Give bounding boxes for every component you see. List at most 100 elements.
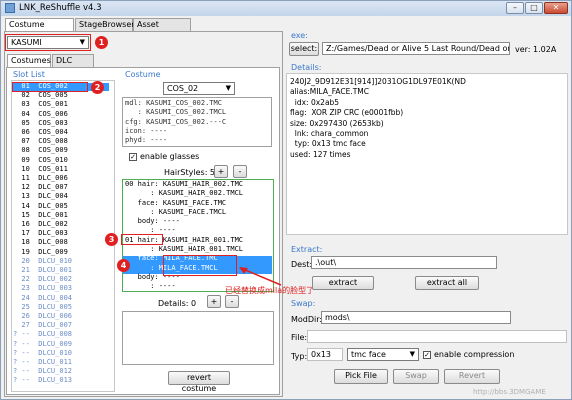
chevron-down-icon: ▼ <box>409 350 415 358</box>
costume-value: COS_02 <box>167 84 199 93</box>
pick-file-button[interactable]: Pick File <box>334 369 388 384</box>
slot-row[interactable]: ? -- DLCU_008 <box>13 331 109 339</box>
tab-stage-browser[interactable]: StageBrowser <box>75 18 135 31</box>
model-file-line: phyd: ---- <box>125 136 168 145</box>
annotation-badge-2: 2 <box>91 81 104 94</box>
hairstyle-line: : KASUMI_FACE.TMCL <box>125 207 227 216</box>
hairstyle-remove-button[interactable]: - <box>233 165 247 178</box>
details-line: idx: 0x2ab5 <box>290 97 340 107</box>
details-line: 240J2_9D912E31[914]]2031OG1DL97E01K(ND <box>290 77 466 86</box>
slot-row[interactable]: 16 DLC_002 <box>13 220 109 229</box>
details-line: typ: 0x13 tmc face <box>290 139 366 149</box>
exe-header: exe: <box>291 31 308 40</box>
tab-dlc-slots[interactable]: DLC slots <box>52 54 94 76</box>
exe-path-field[interactable]: Z:/Games/Dead or Alive 5 Last Round/Dead… <box>322 42 510 55</box>
model-file-line: cfg: KASUMI_COS_002.---C <box>125 117 227 126</box>
swap-button[interactable]: Swap <box>393 369 439 384</box>
model-file-line: icon: ---- <box>125 126 168 135</box>
typ-label: Typ: <box>291 352 308 361</box>
details-remove-button[interactable]: - <box>225 295 239 308</box>
enable-compression-checkbox[interactable]: ✓ <box>423 351 431 359</box>
details-line: size: 0x297430 (2653kb) <box>290 118 384 128</box>
annotation-box-1 <box>5 34 91 51</box>
details-add-button[interactable]: + <box>207 295 221 308</box>
maximize-button[interactable]: □ <box>525 2 543 14</box>
slot-row[interactable]: 13 DLC_004 <box>13 193 109 201</box>
dest-label: Dest: <box>291 260 313 269</box>
exe-select-button[interactable]: select: <box>289 42 319 56</box>
slot-row[interactable]: ? -- DLCU_011 <box>13 358 109 367</box>
slot-row[interactable]: ? -- DLCU_012 <box>13 367 109 376</box>
app-icon <box>5 3 15 13</box>
slot-row[interactable]: 23 DLCU_003 <box>13 285 109 293</box>
tab-costumes[interactable]: Costumes <box>7 54 51 68</box>
details-line: lnk: chara_common <box>290 129 369 139</box>
slot-row[interactable]: 19 DLC_009 <box>13 248 109 257</box>
slot-row[interactable]: 03 COS_001 <box>13 101 109 109</box>
revert-costume-button[interactable]: revert costume <box>168 371 230 393</box>
slot-row[interactable]: 26 DLCU_006 <box>13 312 109 321</box>
slot-row[interactable]: 11 DLC_006 <box>13 174 109 183</box>
details-line: flag: XOR ZIP CRC (e0001fbb) <box>290 108 404 118</box>
extract-all-button[interactable]: extract all <box>415 276 479 290</box>
moddir-field[interactable]: mods\ <box>321 311 511 324</box>
slot-row[interactable]: 06 COS_004 <box>13 128 109 137</box>
exe-version: ver: 1.02A <box>515 45 557 54</box>
costume-select[interactable]: COS_02 ▼ <box>163 82 235 95</box>
annotation-box-3 <box>121 234 163 245</box>
slot-row[interactable]: ? -- DLCU_009 <box>13 340 109 349</box>
slot-row[interactable]: ? -- DLCU_013 <box>13 377 109 385</box>
file-field[interactable] <box>307 330 567 343</box>
hairstyles-label: HairStyles: 5 <box>164 168 216 177</box>
slot-row[interactable]: 18 DLC_008 <box>13 239 109 247</box>
typ-field[interactable]: 0x13 <box>307 348 343 361</box>
slot-row[interactable]: 24 DLCU_004 <box>13 294 109 303</box>
extract-button[interactable]: extract <box>312 276 374 290</box>
annotation-box-4 <box>163 255 237 276</box>
hairstyle-line: face: KASUMI_FACE.TMC <box>125 198 227 207</box>
slot-row[interactable]: 21 DLCU_001 <box>13 266 109 275</box>
moddir-label: ModDir: <box>291 315 323 324</box>
hairstyle-line: 00 hair: KASUMI_HAIR_002.TMC <box>125 180 244 188</box>
slot-row[interactable]: 10 COS_011 <box>13 165 109 174</box>
slot-row[interactable]: 05 COS_003 <box>13 119 109 128</box>
tab-asset-browser[interactable]: Asset Browser <box>133 18 191 40</box>
slot-row[interactable]: 12 DLC_007 <box>13 183 109 192</box>
enable-glasses-checkbox[interactable]: ✓ <box>129 153 137 161</box>
slot-row[interactable]: 15 DLC_001 <box>13 211 109 220</box>
slot-row[interactable]: 08 COS_009 <box>13 147 109 155</box>
slot-row[interactable]: 22 DLCU_002 <box>13 275 109 284</box>
details-box: 240J2_9D912E31[914]]2031OG1DL97E01K(ND al… <box>286 73 568 235</box>
annotation-badge-3: 3 <box>105 233 118 246</box>
tab-costume-browser[interactable]: Costume Browser <box>5 18 74 40</box>
slot-row[interactable]: 17 DLC_003 <box>13 229 109 238</box>
typ-select-value: tmc face <box>351 350 386 359</box>
details-line: used: 127 times <box>290 149 351 159</box>
enable-glasses-label: enable glasses <box>140 152 200 161</box>
extract-header: Extract: <box>291 245 323 254</box>
model-files-text: mdl: KASUMI_COS_002.TMC : KASUMI_COS_002… <box>125 99 226 145</box>
app-window: LNK_ReShuffle v4.3 – □ ✕ Costume Browser… <box>0 0 572 400</box>
close-button[interactable]: ✕ <box>544 2 568 14</box>
hairstyle-line: body: ---- <box>125 217 180 226</box>
details-list[interactable] <box>122 311 274 365</box>
details-text: 240J2_9D912E31[914]]2031OG1DL97E01K(ND al… <box>290 77 466 160</box>
revert-button[interactable]: Revert <box>444 369 500 384</box>
watermark: http://bbs.3DMGAME <box>473 388 546 396</box>
slot-row[interactable]: 09 COS_010 <box>13 156 109 165</box>
slot-row[interactable]: 27 DLCU_007 <box>13 321 109 330</box>
slot-row[interactable]: 14 DLC_005 <box>13 202 109 211</box>
slot-row[interactable]: 20 DLCU_010 <box>13 257 109 266</box>
details-header: Details: <box>291 63 322 72</box>
model-file-line: : KASUMI_COS_002.TMCL <box>125 108 227 117</box>
model-files-box: mdl: KASUMI_COS_002.TMC : KASUMI_COS_002… <box>122 97 272 147</box>
slot-row[interactable]: 25 DLCU_005 <box>13 303 109 312</box>
slot-row[interactable]: ? -- DLCU_010 <box>13 349 109 358</box>
annotation-note: 已经替换成mila的脸型了 <box>225 286 315 295</box>
slot-row[interactable]: 04 COS_006 <box>13 110 109 119</box>
dest-field[interactable]: .\out\ <box>311 256 497 269</box>
slot-row[interactable]: 07 COS_008 <box>13 137 109 146</box>
hairstyle-add-button[interactable]: + <box>214 165 228 178</box>
minimize-button[interactable]: – <box>506 2 524 14</box>
typ-select[interactable]: tmc face ▼ <box>347 348 419 361</box>
